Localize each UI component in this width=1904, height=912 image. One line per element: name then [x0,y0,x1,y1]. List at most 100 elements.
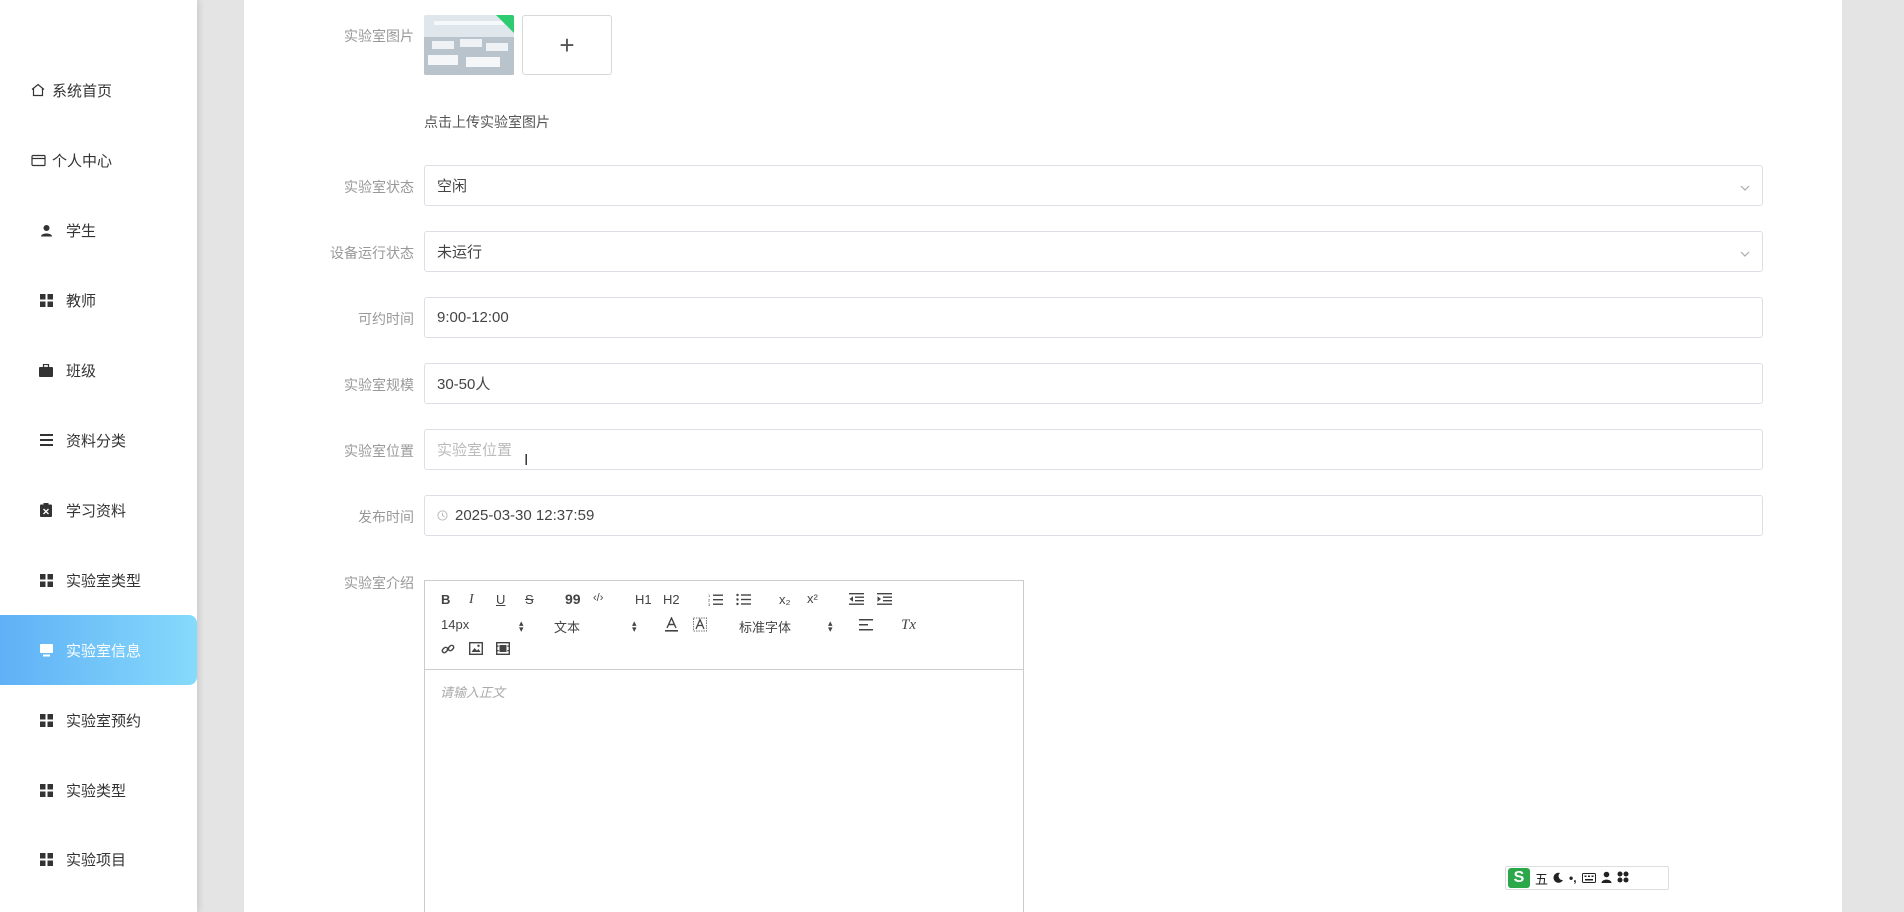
blockquote-button[interactable]: 99 [565,591,581,607]
bullet-list-icon[interactable] [736,593,751,609]
font-size-value: 14px [441,617,470,632]
sidebar-item-experiment-type[interactable]: 实验类型 [0,755,197,825]
video-icon[interactable] [495,641,511,658]
sidebar-item-lab-type[interactable]: 实验室类型 [0,545,197,615]
device-status-value: 未运行 [437,244,483,261]
upload-hint: 点击上传实验室图片 [424,114,550,130]
keyboard-icon[interactable] [1581,871,1596,886]
sidebar-item-lab-info[interactable]: 实验室信息 [0,615,197,685]
home-icon [30,82,46,98]
font-family-value: 标准字体 [739,620,792,635]
grid-icon [38,782,54,798]
device-status-label: 设备运行状态 [330,245,414,261]
align-left-icon[interactable] [859,619,873,634]
lab-intro-label: 实验室介绍 [344,575,414,591]
chevron-down-icon [1740,180,1750,191]
text-style-value: 文本 [554,620,581,635]
updown-icon: ▾ [519,624,524,634]
sidebar-item-home[interactable]: 系统首页 [0,55,197,125]
chevron-down-icon [1740,246,1750,257]
punctuation-icon[interactable]: •, [1569,871,1577,885]
header-2-label: H2 [663,592,680,607]
grid-icon [38,712,54,728]
device-status-select[interactable]: 未运行 [424,231,1763,272]
available-time-label: 可约时间 [358,311,414,327]
apps-icon[interactable] [1617,871,1629,886]
editor-content-area[interactable]: 请输入正文 [425,670,1023,713]
sidebar-item-label: 实验室信息 [66,642,142,660]
ordered-list-icon[interactable]: 123 [708,593,723,609]
sidebar-item-student[interactable]: 学生 [0,195,197,265]
bold-button[interactable]: B [441,592,450,607]
subscript-button[interactable]: x₂ [779,592,791,607]
sidebar-item-study-material[interactable]: 学习资料 [0,475,197,545]
font-size-select[interactable]: 14px ▴ ▾ [441,617,531,634]
superscript-button[interactable]: x² [807,591,818,606]
font-color-icon[interactable] [665,616,678,635]
briefcase-icon [38,362,54,378]
publish-time-value: 2025-03-30 12:37:59 [455,507,595,524]
lab-scale-value: 30-50人 [437,376,491,393]
sogou-logo-icon: S [1508,868,1530,888]
clean-format-button[interactable]: Tx [901,617,916,634]
lab-location-input[interactable]: 实验室位置 [424,429,1763,470]
sidebar-item-label: 系统首页 [52,82,113,100]
user-icon[interactable] [1601,871,1612,886]
lab-location-label: 实验室位置 [344,443,414,459]
list-icon [38,432,54,448]
sidebar: 系统首页 个人中心 学生 教师 班级 资料分类 学习资料 实验室类型 实验室信息… [0,0,197,912]
monitor-icon [38,642,54,658]
code-block-button[interactable]: ‹/› [593,592,603,604]
font-family-select[interactable]: 标准字体 ▴ ▾ [739,617,839,636]
lab-status-label: 实验室状态 [344,179,414,195]
sidebar-item-lab-booking[interactable]: 实验室预约 [0,685,197,755]
lab-status-select[interactable]: 空闲 [424,165,1763,206]
svg-text:3: 3 [708,602,711,606]
sidebar-item-label: 实验室类型 [66,572,142,590]
sidebar-item-material-category[interactable]: 资料分类 [0,405,197,475]
header-2-button[interactable]: H2 [663,592,680,607]
lab-status-value: 空闲 [437,178,468,195]
background-color-icon[interactable] [693,617,707,635]
lab-image-upload-button[interactable]: + [522,15,612,75]
publish-time-label: 发布时间 [358,509,414,525]
lab-scale-input[interactable]: 30-50人 [424,363,1763,404]
image-icon[interactable] [468,641,484,658]
lab-image-label: 实验室图片 [344,28,414,44]
sidebar-item-label: 班级 [66,362,97,380]
sidebar-item-label: 教师 [66,292,97,310]
sidebar-item-profile[interactable]: 个人中心 [0,125,197,195]
clipboard-icon [38,502,54,518]
underline-button[interactable]: U [496,592,505,607]
outdent-icon[interactable] [849,593,864,608]
ime-mode[interactable]: 五 [1535,869,1548,888]
publish-time-picker[interactable]: 2025-03-30 12:37:59 [424,495,1763,536]
text-style-select[interactable]: 文本 ▴ ▾ [554,617,644,636]
sidebar-item-label: 学生 [66,222,97,240]
sidebar-item-experiment-project[interactable]: 实验项目 [0,824,197,894]
form-panel: 实验室图片 + 点击上传实验室图片 实验室状态 空闲 设备运行状态 未运行 可约… [244,0,1842,912]
editor-toolbar: B I U S 99 ‹/› H1 H2 123 x₂ x² 14px ▴ ▾ … [425,581,1023,670]
link-icon[interactable] [441,642,455,659]
sidebar-item-teacher[interactable]: 教师 [0,265,197,335]
ime-toolbar[interactable]: S 五 •, [1505,866,1669,890]
available-time-input[interactable]: 9:00-12:00 [424,297,1763,338]
wallet-icon [30,152,46,168]
updown-icon: ▾ [632,624,637,634]
sidebar-item-label: 实验室预约 [66,712,142,730]
rich-text-editor: B I U S 99 ‹/› H1 H2 123 x₂ x² 14px ▴ ▾ … [424,580,1024,912]
sidebar-item-label: 学习资料 [66,502,127,520]
sidebar-item-label: 个人中心 [52,152,113,170]
sidebar-item-label: 资料分类 [66,432,127,450]
sidebar-item-class[interactable]: 班级 [0,335,197,405]
indent-icon[interactable] [877,593,892,608]
available-time-value: 9:00-12:00 [437,309,509,326]
lab-image-thumbnail[interactable] [424,15,514,75]
strikethrough-button[interactable]: S [525,592,534,607]
grid-icon [38,292,54,308]
user-icon [38,222,54,238]
moon-icon[interactable] [1553,871,1564,886]
header-1-button[interactable]: H1 [635,592,652,607]
italic-button[interactable]: I [469,592,474,608]
grid-icon [38,572,54,588]
